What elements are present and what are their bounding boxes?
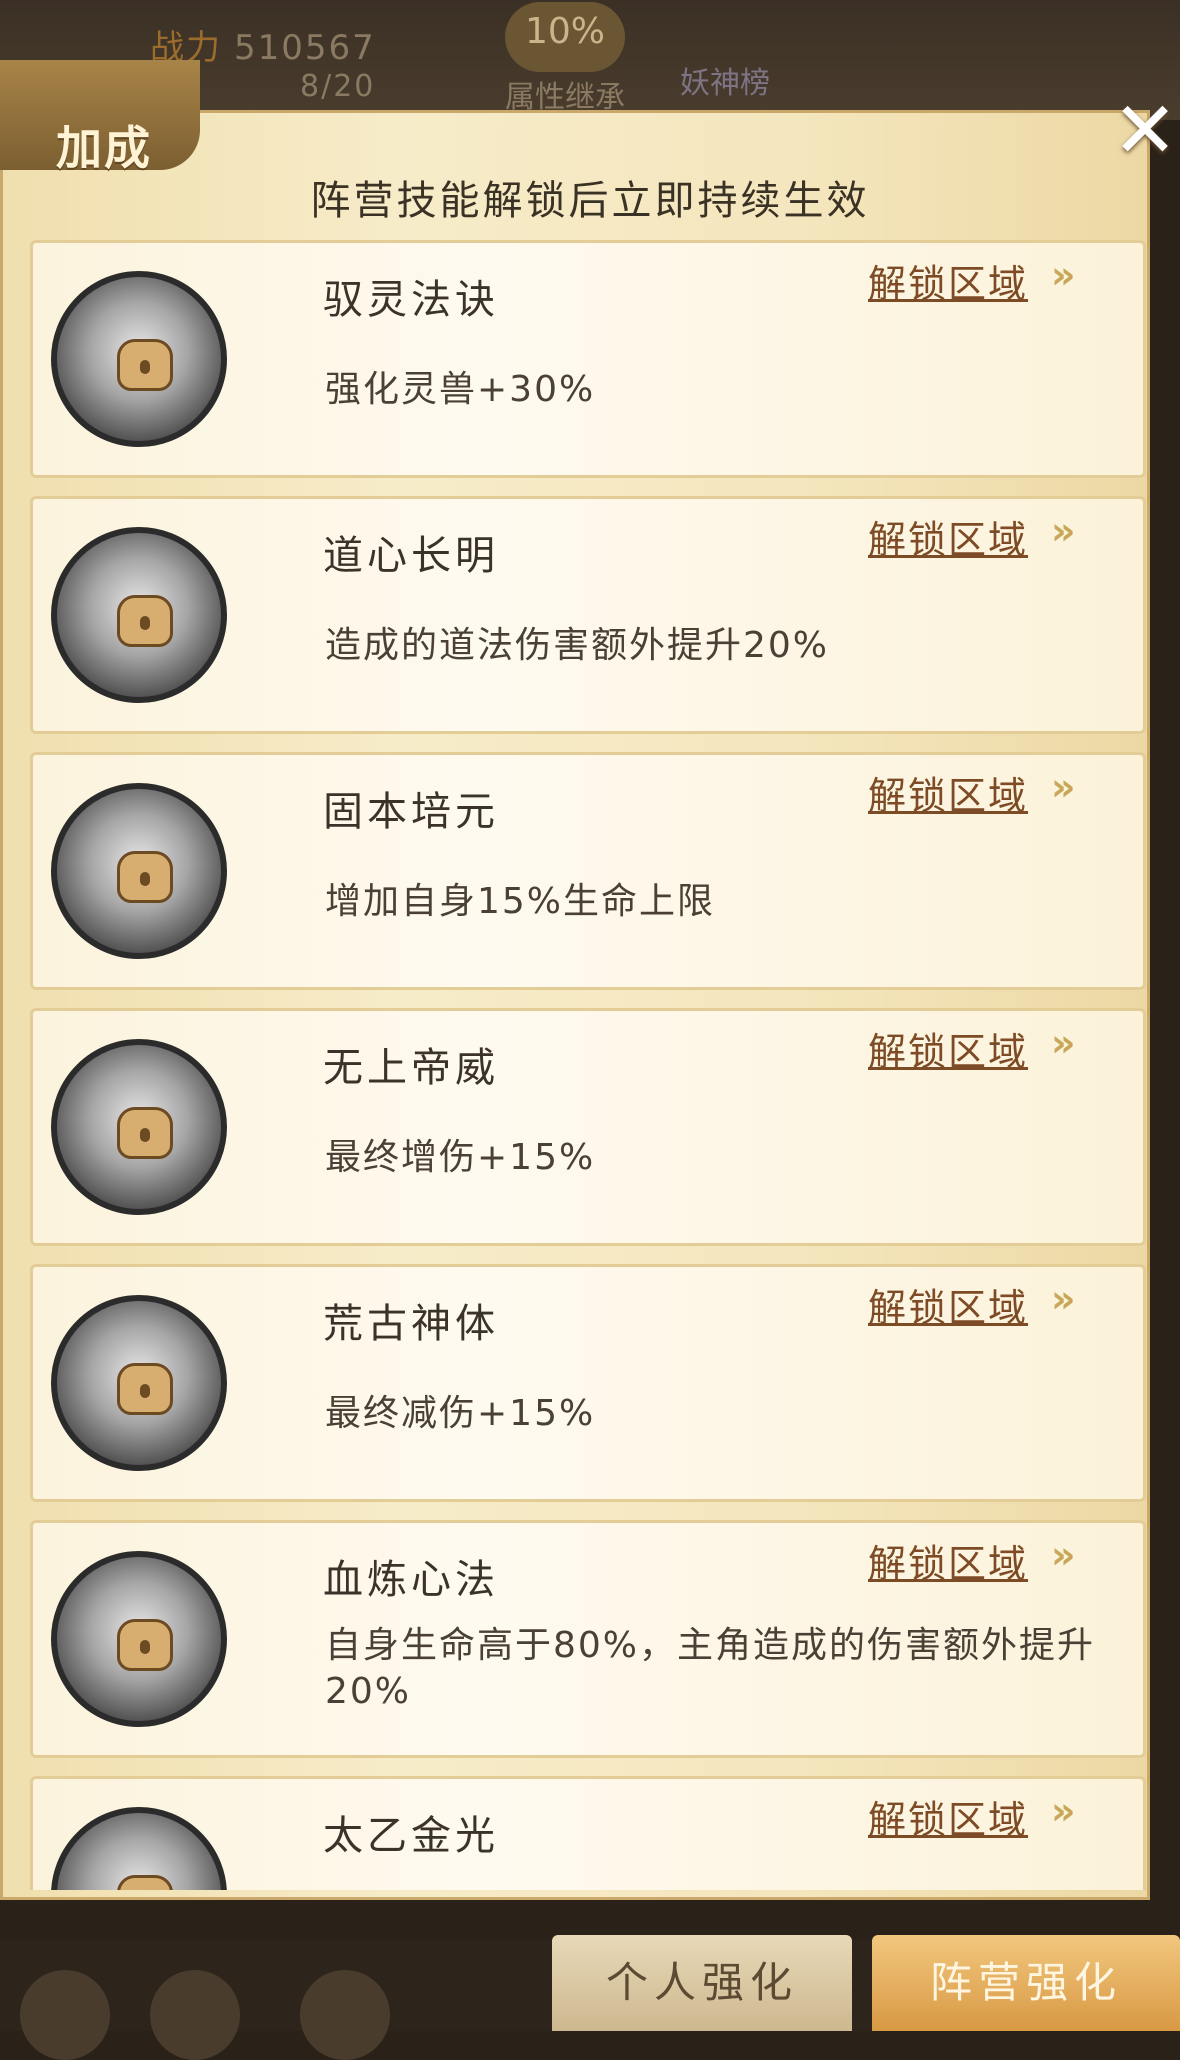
skill-desc: 强化灵兽+30%: [325, 369, 596, 410]
lock-icon: [117, 1619, 173, 1671]
attr-inherit-button[interactable]: 10% 属性继承: [490, 2, 640, 116]
skill-name: 驭灵法诀: [323, 277, 499, 323]
skill-name: 血炼心法: [323, 1557, 499, 1603]
skill-desc: 自身生命高于80%，主角造成的伤害额外提升20%: [325, 1625, 1096, 1712]
skill-card: 荒古神体 最终减伤+15% 解锁区域 »: [30, 1264, 1146, 1502]
unlock-area-link[interactable]: 解锁区域: [868, 253, 1028, 308]
god-rank-button[interactable]: 妖神榜: [650, 58, 800, 102]
bottom-slot: [300, 1970, 390, 2060]
locked-skill-emblem-icon: [51, 783, 227, 959]
bottom-slot: [20, 1970, 110, 2060]
skill-desc: 增加自身15%生命上限: [325, 881, 716, 922]
unlock-area-link[interactable]: 解锁区域: [868, 1021, 1028, 1076]
locked-skill-emblem-icon: [51, 271, 227, 447]
skill-name: 无上帝威: [323, 1045, 499, 1091]
progress-text: 8/20: [300, 69, 376, 104]
locked-skill-emblem-icon: [51, 1551, 227, 1727]
skill-name: 荒古神体: [323, 1301, 499, 1347]
tab-faction-enhance[interactable]: 阵营强化: [872, 1935, 1180, 2031]
unlock-area-link[interactable]: 解锁区域: [868, 1277, 1028, 1332]
skill-card: 驭灵法诀 强化灵兽+30% 解锁区域 »: [30, 240, 1146, 478]
lock-icon: [117, 1875, 173, 1890]
unlock-area-link[interactable]: 解锁区域: [868, 1533, 1028, 1588]
skill-desc: 最终减伤+15%: [325, 1393, 596, 1434]
skill-desc: 最终增伤+15%: [325, 1137, 596, 1178]
power-value: 510567: [234, 28, 376, 68]
skill-desc: 造成的道法伤害额外提升20%: [325, 625, 830, 666]
skill-card: 固本培元 增加自身15%生命上限 解锁区域 »: [30, 752, 1146, 990]
skill-name: 太乙金光: [323, 1813, 499, 1859]
double-chevron-right-icon[interactable]: »: [1051, 1277, 1076, 1321]
skill-name: 道心长明: [323, 533, 499, 579]
skill-card: 血炼心法 自身生命高于80%，主角造成的伤害额外提升20% 解锁区域 »: [30, 1520, 1146, 1758]
double-chevron-right-icon[interactable]: »: [1051, 1021, 1076, 1065]
unlock-area-link[interactable]: 解锁区域: [868, 765, 1028, 820]
locked-skill-emblem-icon: [51, 527, 227, 703]
skill-card: 道心长明 造成的道法伤害额外提升20% 解锁区域 »: [30, 496, 1146, 734]
lock-icon: [117, 851, 173, 903]
close-icon[interactable]: ✕: [1110, 92, 1180, 170]
double-chevron-right-icon[interactable]: »: [1051, 1533, 1076, 1577]
unlock-area-link[interactable]: 解锁区域: [868, 509, 1028, 564]
locked-skill-emblem-icon: [51, 1807, 227, 1890]
god-label: 妖神榜: [680, 66, 770, 101]
skill-card: 太乙金光 解锁区域 »: [30, 1776, 1146, 1890]
double-chevron-right-icon[interactable]: »: [1051, 253, 1076, 297]
lock-icon: [117, 339, 173, 391]
skill-list[interactable]: 驭灵法诀 强化灵兽+30% 解锁区域 » 道心长明 造成的道法伤害额外提升20%…: [30, 240, 1148, 1890]
tab-personal-enhance[interactable]: 个人强化: [552, 1935, 852, 2031]
skill-name: 固本培元: [323, 789, 499, 835]
double-chevron-right-icon[interactable]: »: [1051, 1789, 1076, 1833]
skill-card: 无上帝威 最终增伤+15% 解锁区域 »: [30, 1008, 1146, 1246]
bottom-slot: [150, 1970, 240, 2060]
panel-subtitle: 阵营技能解锁后立即持续生效: [310, 178, 870, 224]
unlock-area-link[interactable]: 解锁区域: [868, 1789, 1028, 1844]
locked-skill-emblem-icon: [51, 1295, 227, 1471]
double-chevron-right-icon[interactable]: »: [1051, 765, 1076, 809]
double-chevron-right-icon[interactable]: »: [1051, 509, 1076, 553]
locked-skill-emblem-icon: [51, 1039, 227, 1215]
lock-icon: [117, 1107, 173, 1159]
lock-icon: [117, 595, 173, 647]
attr-percent: 10%: [505, 2, 625, 72]
lock-icon: [117, 1363, 173, 1415]
